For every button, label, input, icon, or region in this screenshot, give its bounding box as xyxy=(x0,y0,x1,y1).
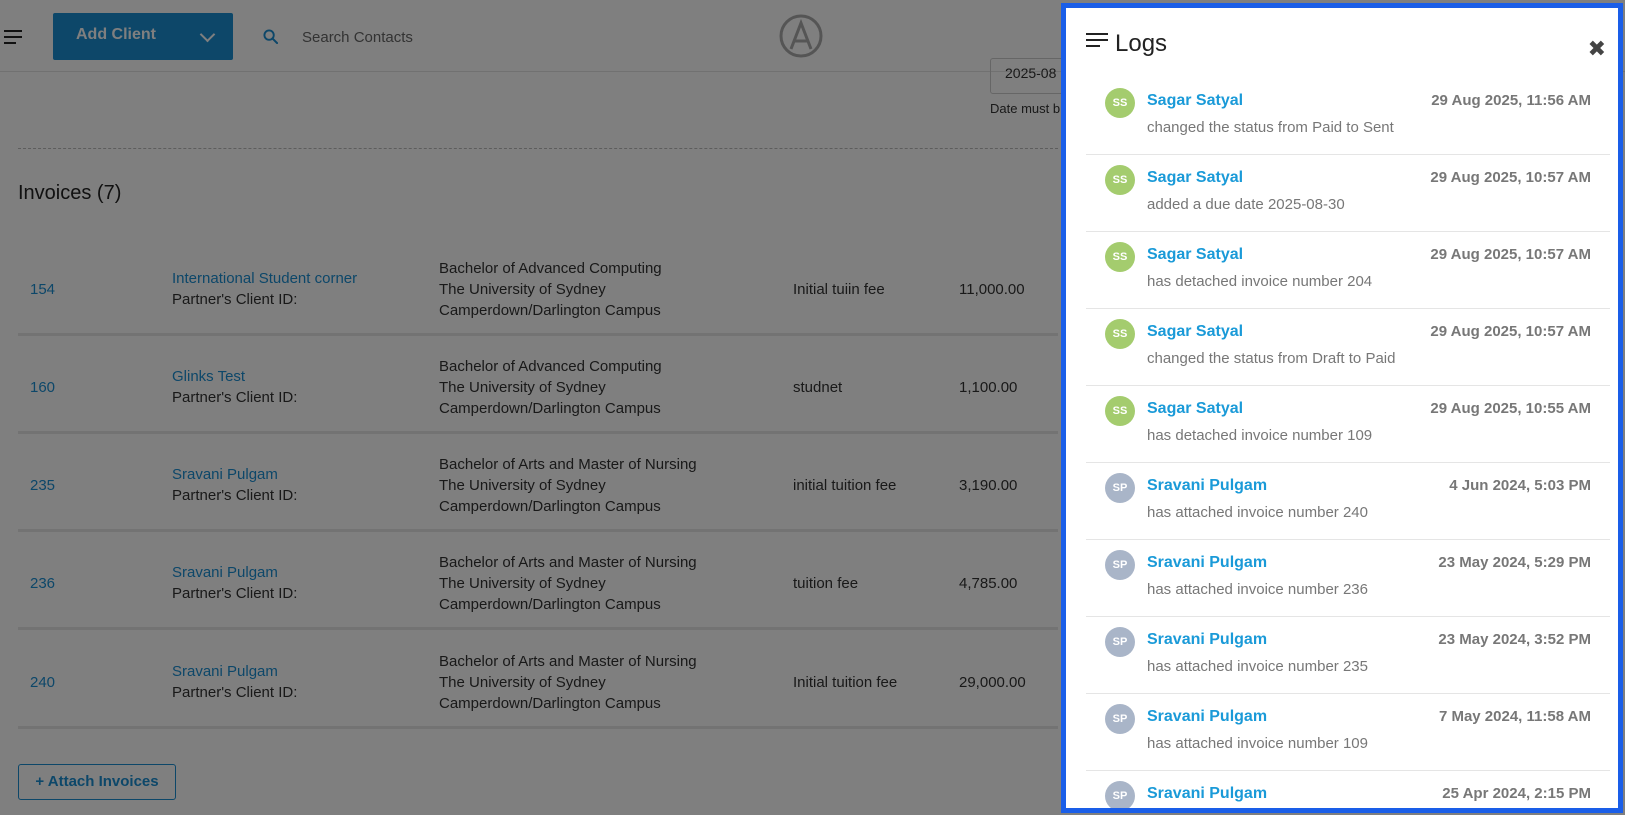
log-timestamp: 23 May 2024, 3:52 PM xyxy=(1438,631,1591,648)
logs-title: Logs xyxy=(1115,30,1168,57)
avatar: SP xyxy=(1105,627,1135,657)
log-action-text: has attached invoice number 109 xyxy=(1147,735,1368,752)
log-user-link[interactable]: Sagar Satyal xyxy=(1147,169,1243,187)
log-action-text: has attached invoice number 240 xyxy=(1147,504,1368,521)
logs-list-icon xyxy=(1086,33,1108,49)
log-user-link[interactable]: Sravani Pulgam xyxy=(1147,477,1267,495)
log-user-link[interactable]: Sagar Satyal xyxy=(1147,323,1243,341)
log-item: SP Sravani Pulgam 23 May 2024, 5:29 PM has … xyxy=(1086,540,1610,617)
log-action-text: has attached invoice number 236 xyxy=(1147,581,1368,598)
avatar: SS xyxy=(1105,396,1135,426)
log-timestamp: 4 Jun 2024, 5:03 PM xyxy=(1449,477,1591,494)
log-item: SP Sravani Pulgam 23 May 2024, 3:52 PM has … xyxy=(1086,617,1610,694)
log-user-link[interactable]: Sravani Pulgam xyxy=(1147,554,1267,572)
log-timestamp: 23 May 2024, 5:29 PM xyxy=(1438,554,1591,571)
log-item: SS Sagar Satyal 29 Aug 2025, 10:57 AM added… xyxy=(1086,155,1610,232)
logs-panel: Logs ✖ SS Sagar Satyal 29 Aug 2025, 11:56 … xyxy=(1061,3,1623,813)
log-item: SS Sagar Satyal 29 Aug 2025, 10:55 AM has d… xyxy=(1086,386,1610,463)
log-timestamp: 29 Aug 2025, 10:57 AM xyxy=(1430,169,1591,186)
log-list: SS Sagar Satyal 29 Aug 2025, 11:56 AM chang… xyxy=(1086,78,1610,808)
log-item: SP Sravani Pulgam 25 Apr 2024, 2:15 PM xyxy=(1086,771,1610,808)
log-user-link[interactable]: Sravani Pulgam xyxy=(1147,631,1267,649)
log-timestamp: 25 Apr 2024, 2:15 PM xyxy=(1442,785,1591,802)
log-action-text: has detached invoice number 204 xyxy=(1147,273,1373,290)
log-user-link[interactable]: Sagar Satyal xyxy=(1147,246,1243,264)
log-user-link[interactable]: Sravani Pulgam xyxy=(1147,708,1267,726)
avatar: SP xyxy=(1105,781,1135,808)
avatar: SS xyxy=(1105,88,1135,118)
log-item: SP Sravani Pulgam 7 May 2024, 11:58 AM has … xyxy=(1086,694,1610,771)
log-action-text: changed the status from Paid to Sent xyxy=(1147,119,1394,136)
log-action-text: added a due date 2025-08-30 xyxy=(1147,196,1345,213)
log-user-link[interactable]: Sagar Satyal xyxy=(1147,400,1243,418)
close-icon[interactable]: ✖ xyxy=(1588,38,1606,60)
avatar: SS xyxy=(1105,165,1135,195)
log-timestamp: 29 Aug 2025, 10:55 AM xyxy=(1430,400,1591,417)
log-timestamp: 29 Aug 2025, 11:56 AM xyxy=(1431,92,1591,109)
log-item: SS Sagar Satyal 29 Aug 2025, 10:57 AM chang… xyxy=(1086,309,1610,386)
log-timestamp: 7 May 2024, 11:58 AM xyxy=(1438,708,1591,725)
log-item: SS Sagar Satyal 29 Aug 2025, 10:57 AM has d… xyxy=(1086,232,1610,309)
log-timestamp: 29 Aug 2025, 10:57 AM xyxy=(1430,323,1591,340)
avatar: SS xyxy=(1105,242,1135,272)
avatar: SP xyxy=(1105,704,1135,734)
log-user-link[interactable]: Sravani Pulgam xyxy=(1147,785,1267,803)
log-action-text: has attached invoice number 235 xyxy=(1147,658,1368,675)
log-item: SP Sravani Pulgam 4 Jun 2024, 5:03 PM has a… xyxy=(1086,463,1610,540)
log-timestamp: 29 Aug 2025, 10:57 AM xyxy=(1430,246,1591,263)
avatar: SP xyxy=(1105,473,1135,503)
log-action-text: has detached invoice number 109 xyxy=(1147,427,1373,444)
log-action-text: changed the status from Draft to Paid xyxy=(1147,350,1396,367)
avatar: SP xyxy=(1105,550,1135,580)
avatar: SS xyxy=(1105,319,1135,349)
log-user-link[interactable]: Sagar Satyal xyxy=(1147,92,1243,110)
log-item: SS Sagar Satyal 29 Aug 2025, 11:56 AM chang… xyxy=(1086,78,1610,155)
